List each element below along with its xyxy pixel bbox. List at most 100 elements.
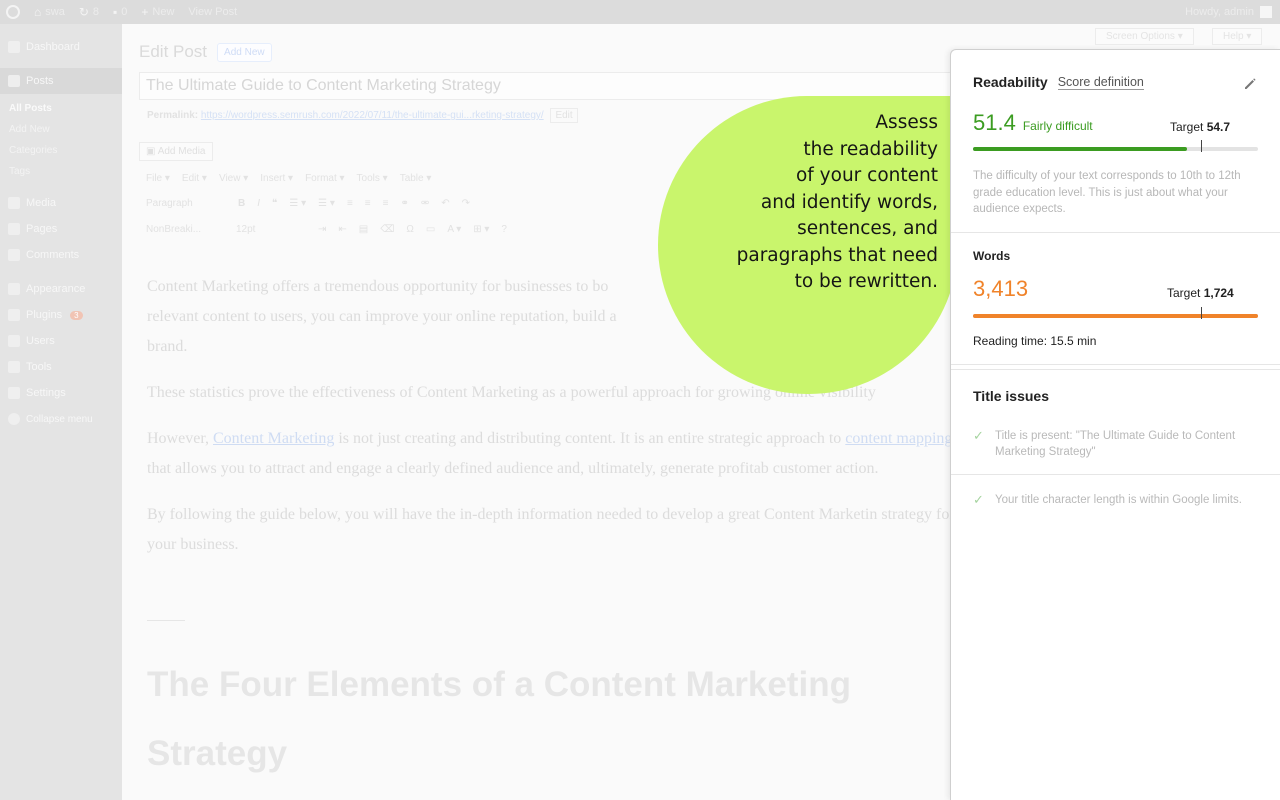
menu-table[interactable]: Table ▾ [400, 173, 432, 184]
sidebar-item-comments[interactable]: Comments [0, 242, 122, 268]
pencil-icon[interactable] [1242, 76, 1258, 92]
account-menu[interactable]: Howdy, admin [1185, 6, 1272, 18]
table-icon[interactable]: ⊞ ▾ [473, 224, 489, 235]
menu-edit[interactable]: Edit ▾ [182, 173, 207, 184]
outdent-icon[interactable]: ⇤ [338, 224, 346, 235]
indent-icon[interactable]: ⇥ [318, 224, 326, 235]
divider [951, 474, 1280, 475]
users-icon [8, 335, 20, 347]
numbered-list-icon[interactable]: ☰ ▾ [318, 198, 335, 209]
permalink-edit-button[interactable]: Edit [550, 108, 578, 123]
check-icon: ✓ [973, 492, 984, 507]
pin-icon [8, 75, 20, 87]
sidebar-item-dashboard[interactable]: Dashboard [0, 34, 122, 60]
pages-icon [8, 223, 20, 235]
words-bar [973, 314, 1258, 318]
paragraph: By following the guide below, you will h… [147, 506, 955, 553]
feature-callout: Assess the readability of your content a… [658, 96, 958, 394]
sidebar-item-appearance[interactable]: Appearance [0, 276, 122, 302]
wrench-icon [8, 361, 20, 373]
menu-file[interactable]: File ▾ [146, 173, 170, 184]
sidebar-sub-all-posts[interactable]: All Posts [0, 98, 122, 119]
score-row: 51.4 Fairly difficult [951, 110, 1280, 136]
updates-icon: ↻ [78, 5, 89, 19]
add-media-button[interactable]: ▣ Add Media [139, 142, 213, 161]
redo-icon[interactable]: ↷ [462, 198, 470, 209]
text-color-icon[interactable]: A ▾ [447, 224, 461, 235]
plus-icon: + [141, 5, 149, 19]
sidebar-item-users[interactable]: Users [0, 328, 122, 354]
words-target-marker [1201, 307, 1202, 319]
font-size-select[interactable]: 12pt [236, 224, 306, 235]
hr-icon[interactable]: ▭ [426, 224, 435, 235]
permalink-row: Permalink: https://wordpress.semrush.com… [147, 108, 578, 123]
sidebar-item-posts[interactable]: Posts [0, 68, 122, 94]
align-right-icon[interactable]: ≡ [383, 198, 389, 209]
brush-icon [8, 283, 20, 295]
sidebar-sub-tags[interactable]: Tags [0, 161, 122, 182]
check-icon: ✓ [973, 428, 984, 443]
divider [147, 620, 185, 621]
paragraph: However, Content Marketing is not just c… [147, 430, 953, 477]
menu-format[interactable]: Format ▾ [305, 173, 344, 184]
words-title: Words [973, 249, 1011, 263]
score-definition-link[interactable]: Score definition [1057, 75, 1144, 90]
sidebar-item-settings[interactable]: Settings [0, 380, 122, 406]
words-target: Target 1,724 [1167, 286, 1234, 300]
screen-options-button[interactable]: Screen Options ▾ [1095, 28, 1194, 45]
align-center-icon[interactable]: ≡ [365, 198, 371, 209]
help-button[interactable]: Help ▾ [1212, 28, 1263, 45]
align-left-icon[interactable]: ≡ [347, 198, 353, 209]
help-icon[interactable]: ? [501, 224, 507, 235]
reading-time: Reading time: 15.5 min [973, 334, 1097, 348]
readability-score: 51.4 [973, 110, 1016, 135]
permalink-link[interactable]: https://wordpress.semrush.com/2022/07/11… [201, 110, 544, 121]
paste-icon[interactable]: ▤ [359, 224, 368, 235]
settings-icon [8, 387, 20, 399]
special-char-icon[interactable]: Ω [406, 224, 413, 235]
sidebar-collapse-menu[interactable]: Collapse menu [0, 406, 122, 432]
menu-tools[interactable]: Tools ▾ [357, 173, 388, 184]
content-mapping-link[interactable]: content mapping [845, 430, 952, 447]
sidebar-sub-add-new[interactable]: Add New [0, 119, 122, 140]
home-icon: ⌂ [34, 5, 42, 19]
paragraph-select[interactable]: Paragraph [146, 198, 226, 209]
menu-insert[interactable]: Insert ▾ [260, 173, 293, 184]
sidebar-item-tools[interactable]: Tools [0, 354, 122, 380]
view-post-link[interactable]: View Post [188, 6, 237, 18]
plugins-update-badge: 3 [70, 310, 83, 320]
sidebar-item-pages[interactable]: Pages [0, 216, 122, 242]
collapse-icon [8, 413, 20, 425]
sidebar-item-media[interactable]: Media [0, 190, 122, 216]
updates-link[interactable]: ↻ 8 [79, 5, 99, 19]
admin-sidebar: Dashboard Posts All Posts Add New Catego… [0, 24, 122, 800]
words-bar-fill [973, 314, 1258, 318]
toolbar-row-2: NonBreaki... 12pt ⇥ ⇤ ▤ ⌫ Ω ▭ A ▾ ⊞ ▾ ? [146, 224, 507, 235]
content-marketing-link[interactable]: Content Marketing [213, 430, 334, 447]
toolbar-row-1: Paragraph B I ❝ ☰ ▾ ☰ ▾ ≡ ≡ ≡ ⚭ ⚮ ↶ ↷ [146, 198, 470, 209]
callout-text: Assess the readability of your content a… [736, 112, 938, 292]
italic-icon[interactable]: I [257, 198, 260, 209]
quote-icon[interactable]: ❝ [272, 198, 277, 209]
comments-link[interactable]: ▪ 0 [113, 5, 127, 19]
unlink-icon[interactable]: ⚮ [421, 198, 429, 209]
sidebar-item-plugins[interactable]: Plugins 3 [0, 302, 122, 328]
menu-view[interactable]: View ▾ [219, 173, 248, 184]
sidebar-sub-categories[interactable]: Categories [0, 140, 122, 161]
readability-label: Fairly difficult [1022, 119, 1093, 133]
clear-format-icon[interactable]: ⌫ [380, 224, 394, 235]
new-content-link[interactable]: + New [141, 5, 174, 19]
bullet-list-icon[interactable]: ☰ ▾ [289, 198, 306, 209]
font-family-select[interactable]: NonBreaki... [146, 224, 224, 235]
undo-icon[interactable]: ↶ [441, 198, 449, 209]
link-icon[interactable]: ⚭ [400, 198, 408, 209]
divider [951, 232, 1280, 233]
avatar [1260, 6, 1272, 18]
words-count: 3,413 [973, 276, 1029, 301]
wordpress-logo-icon[interactable] [6, 5, 20, 19]
readability-target-marker [1201, 140, 1202, 152]
comments-icon [8, 249, 20, 261]
site-name-link[interactable]: ⌂ swa [34, 5, 65, 19]
add-new-button[interactable]: Add New [217, 42, 272, 62]
bold-icon[interactable]: B [238, 198, 245, 209]
